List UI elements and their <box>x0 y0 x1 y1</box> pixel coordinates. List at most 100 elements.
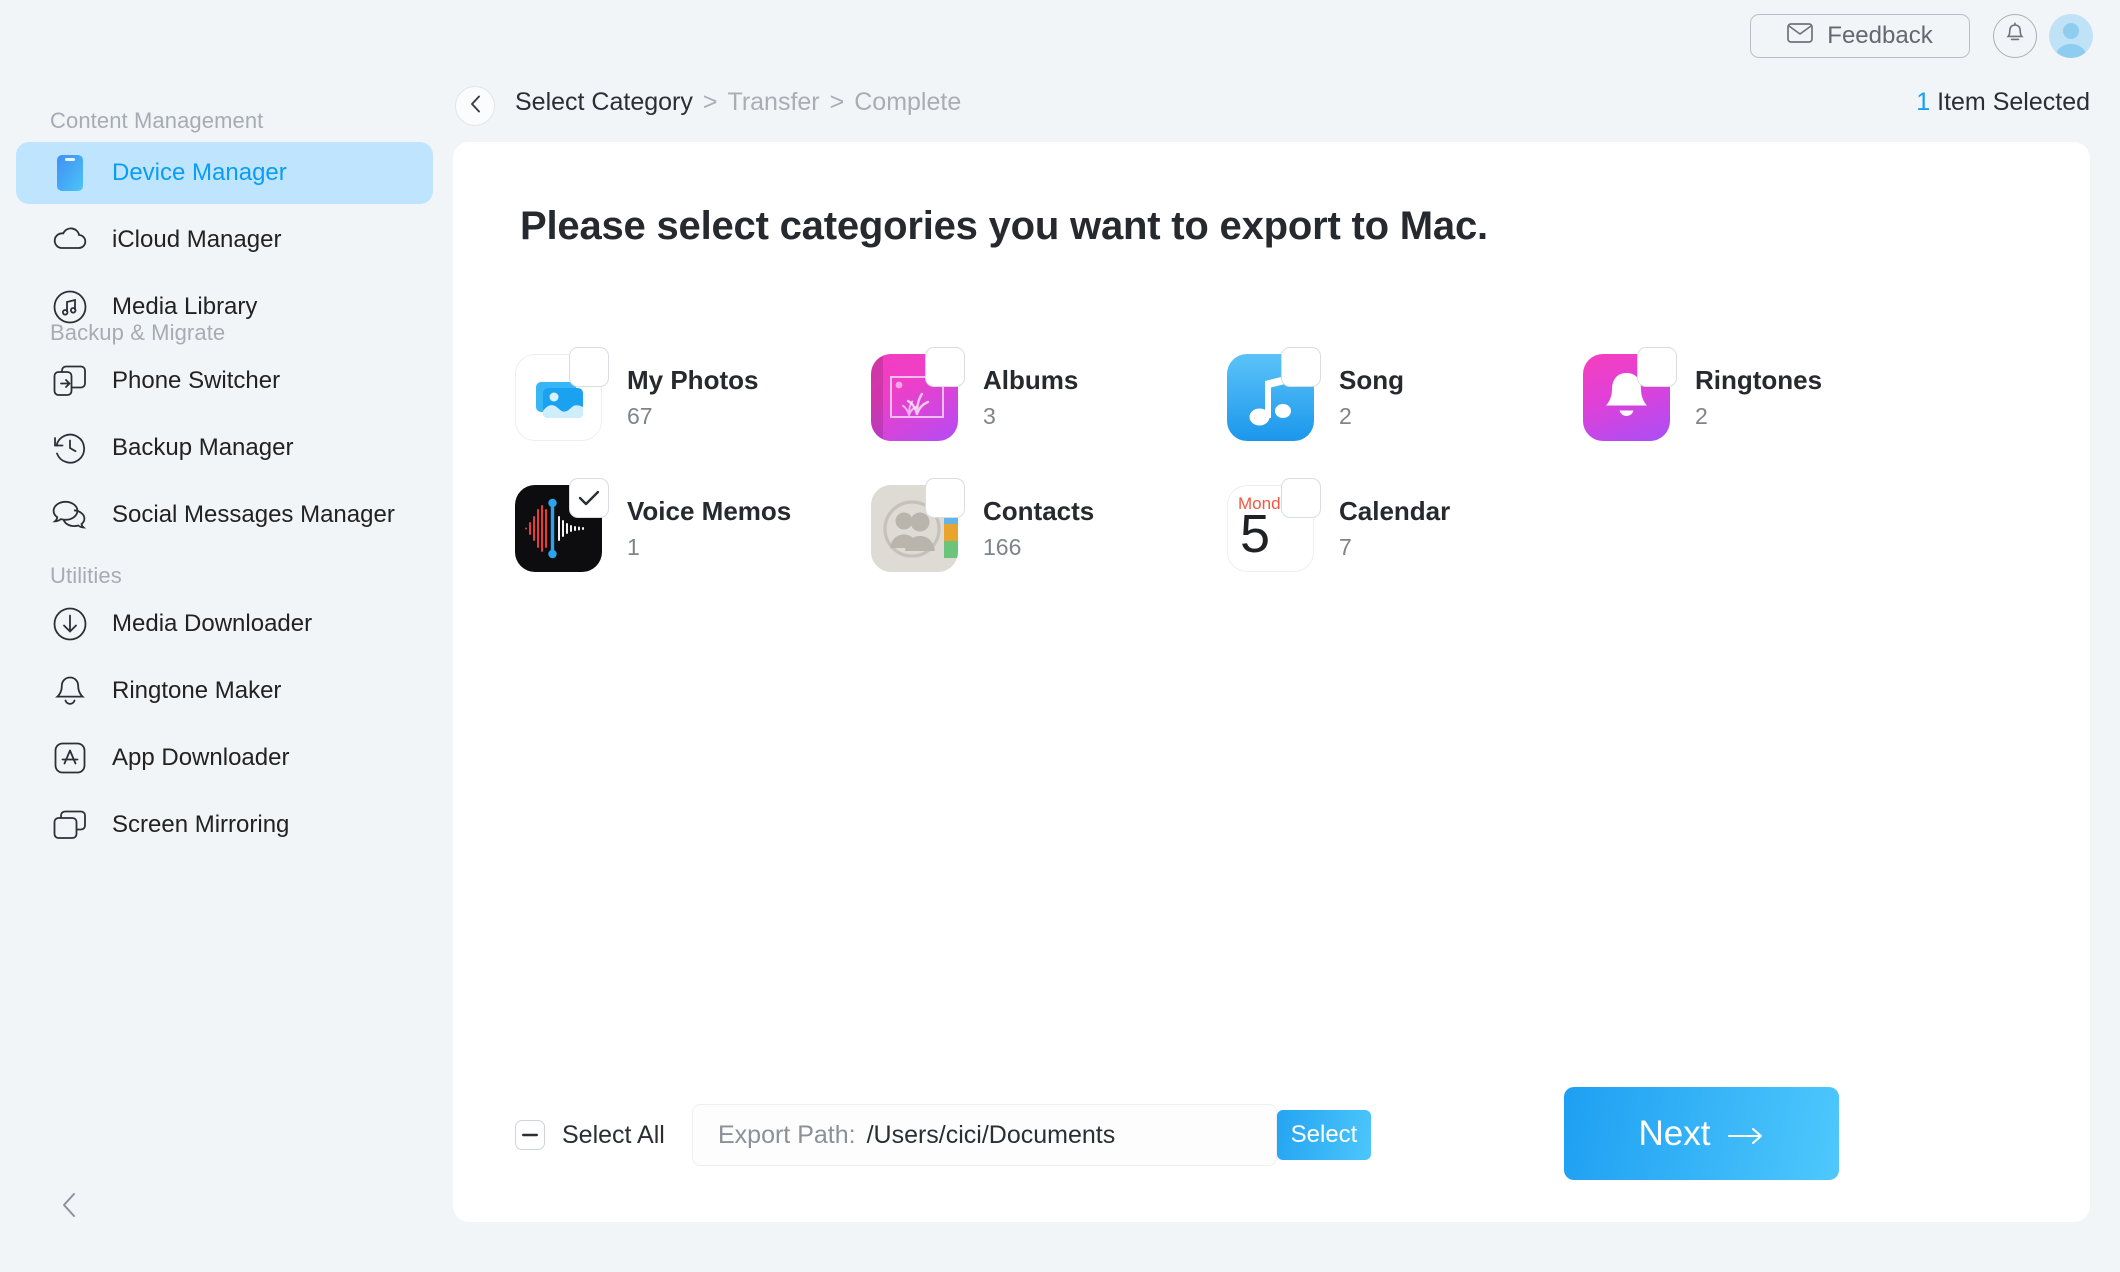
notification-bell-icon <box>2004 22 2026 51</box>
breadcrumb-separator: > <box>702 88 718 116</box>
select-all-control[interactable]: Select All <box>515 1120 665 1150</box>
tile-meta: Song 2 <box>1339 365 1404 430</box>
sidebar-item-label: Screen Mirroring <box>112 811 290 838</box>
back-button[interactable] <box>455 86 495 126</box>
sidebar-item-backup-manager[interactable]: Backup Manager <box>16 417 433 479</box>
select-all-label: Select All <box>562 1120 665 1149</box>
sidebar-item-label: iCloud Manager <box>112 226 282 253</box>
avatar[interactable] <box>2049 14 2093 58</box>
sidebar-item-phone-switcher[interactable]: Phone Switcher <box>16 350 433 412</box>
sidebar-item-ringtone-maker[interactable]: Ringtone Maker <box>16 660 433 722</box>
icon-wrap <box>515 347 609 441</box>
minus-icon <box>522 1133 538 1137</box>
sidebar-item-screen-mirroring[interactable]: Screen Mirroring <box>16 794 433 856</box>
sidebar-item-app-downloader[interactable]: App Downloader <box>16 727 433 789</box>
category-name: Albums <box>983 365 1079 395</box>
select-all-checkbox[interactable] <box>515 1120 545 1150</box>
calendar-day: 5 <box>1240 504 1271 564</box>
category-name: Voice Memos <box>627 496 792 526</box>
chevron-left-icon <box>470 95 481 118</box>
page-title: Please select categories you want to exp… <box>520 204 1488 248</box>
sidebar-item-icloud-manager[interactable]: iCloud Manager <box>16 209 433 271</box>
category-name: My Photos <box>627 365 759 395</box>
category-tile-my-photos[interactable]: My Photos 67 <box>515 347 871 441</box>
chat-bubbles-icon <box>50 495 90 535</box>
breadcrumb-separator: > <box>829 88 845 116</box>
sidebar-item-label: App Downloader <box>112 744 290 771</box>
arrow-right-icon <box>1728 1114 1764 1154</box>
category-count: 7 <box>1339 534 1352 560</box>
category-grid: My Photos 67 Albums 3 Song 2 Ringtones 2… <box>515 347 2025 572</box>
download-circle-icon <box>50 604 90 644</box>
category-tile-albums[interactable]: Albums 3 <box>871 347 1227 441</box>
sidebar: Content Management Device Manager iCloud… <box>0 0 453 1272</box>
sidebar-item-label: Backup Manager <box>112 434 294 461</box>
clock-restore-icon <box>50 428 90 468</box>
sidebar-item-label: Social Messages Manager <box>112 501 395 528</box>
category-count: 166 <box>983 534 1022 560</box>
export-path-field[interactable]: Export Path: /Users/cici/Documents <box>692 1104 1277 1166</box>
tile-meta: Albums 3 <box>983 365 1078 430</box>
sidebar-item-label: Media Library <box>112 293 258 320</box>
next-button-label: Next <box>1638 1113 1711 1153</box>
category-name: Song <box>1339 365 1404 395</box>
breadcrumb-step-complete: Complete <box>854 88 962 116</box>
category-count: 2 <box>1695 403 1708 429</box>
category-checkbox[interactable] <box>925 478 965 518</box>
sidebar-item-device-manager[interactable]: Device Manager <box>16 142 433 204</box>
main-card: Please select categories you want to exp… <box>453 142 2090 1222</box>
sidebar-item-media-downloader[interactable]: Media Downloader <box>16 593 433 655</box>
category-count: 67 <box>627 403 653 429</box>
export-path-value[interactable]: /Users/cici/Documents <box>856 1121 1116 1150</box>
tile-meta: My Photos 67 <box>627 365 758 430</box>
icon-wrap: Monday 5 <box>1227 478 1321 572</box>
select-path-button[interactable]: Select <box>1277 1110 1371 1160</box>
selected-count: 1 Item Selected <box>1916 88 2090 117</box>
breadcrumb-step-select-category[interactable]: Select Category <box>515 88 693 117</box>
category-name: Ringtones <box>1695 365 1823 395</box>
category-tile-voice-memos[interactable]: Voice Memos 1 <box>515 478 871 572</box>
cloud-icon <box>50 220 90 260</box>
chevron-left-icon <box>61 1192 77 1223</box>
category-checkbox[interactable] <box>569 347 609 387</box>
tile-meta: Voice Memos 1 <box>627 496 791 561</box>
icon-wrap <box>1227 347 1321 441</box>
notifications-button[interactable] <box>1993 14 2037 58</box>
sidebar-item-label: Device Manager <box>112 159 287 186</box>
category-count: 3 <box>983 403 996 429</box>
sidebar-collapse-button[interactable] <box>52 1190 86 1224</box>
icon-wrap <box>871 347 965 441</box>
category-checkbox[interactable] <box>569 478 609 518</box>
user-avatar-icon <box>2055 23 2087 58</box>
category-count: 1 <box>627 534 640 560</box>
category-tile-contacts[interactable]: Contacts 166 <box>871 478 1227 572</box>
category-checkbox[interactable] <box>1637 347 1677 387</box>
category-tile-calendar[interactable]: Monday 5 Calendar 7 <box>1227 478 1583 572</box>
mail-icon <box>1787 22 1814 50</box>
category-checkbox[interactable] <box>1281 347 1321 387</box>
app-store-icon <box>50 738 90 778</box>
category-checkbox[interactable] <box>1281 478 1321 518</box>
category-checkbox[interactable] <box>925 347 965 387</box>
phone-switch-icon <box>50 361 90 401</box>
tile-meta: Contacts 166 <box>983 496 1094 561</box>
feedback-label: Feedback <box>1827 22 1933 49</box>
sidebar-item-social-messages-manager[interactable]: Social Messages Manager <box>16 484 433 546</box>
next-button[interactable]: Next <box>1564 1087 1839 1180</box>
sidebar-item-label: Phone Switcher <box>112 367 281 394</box>
tile-meta: Ringtones 2 <box>1695 365 1822 430</box>
feedback-button[interactable]: Feedback <box>1750 14 1970 58</box>
selected-count-number: 1 <box>1916 88 1931 116</box>
sidebar-section-utilities: Utilities <box>50 563 122 588</box>
icon-wrap <box>1583 347 1677 441</box>
sidebar-section-backup-migrate: Backup & Migrate <box>50 320 226 345</box>
category-tile-ringtones[interactable]: Ringtones 2 <box>1583 347 1939 441</box>
category-name: Calendar <box>1339 496 1451 526</box>
sidebar-item-label: Ringtone Maker <box>112 677 282 704</box>
category-tile-song[interactable]: Song 2 <box>1227 347 1583 441</box>
category-name: Contacts <box>983 496 1095 526</box>
tile-meta: Calendar 7 <box>1339 496 1450 561</box>
sidebar-section-content-management: Content Management <box>50 108 264 133</box>
sidebar-item-label: Media Downloader <box>112 610 313 637</box>
category-count: 2 <box>1339 403 1352 429</box>
